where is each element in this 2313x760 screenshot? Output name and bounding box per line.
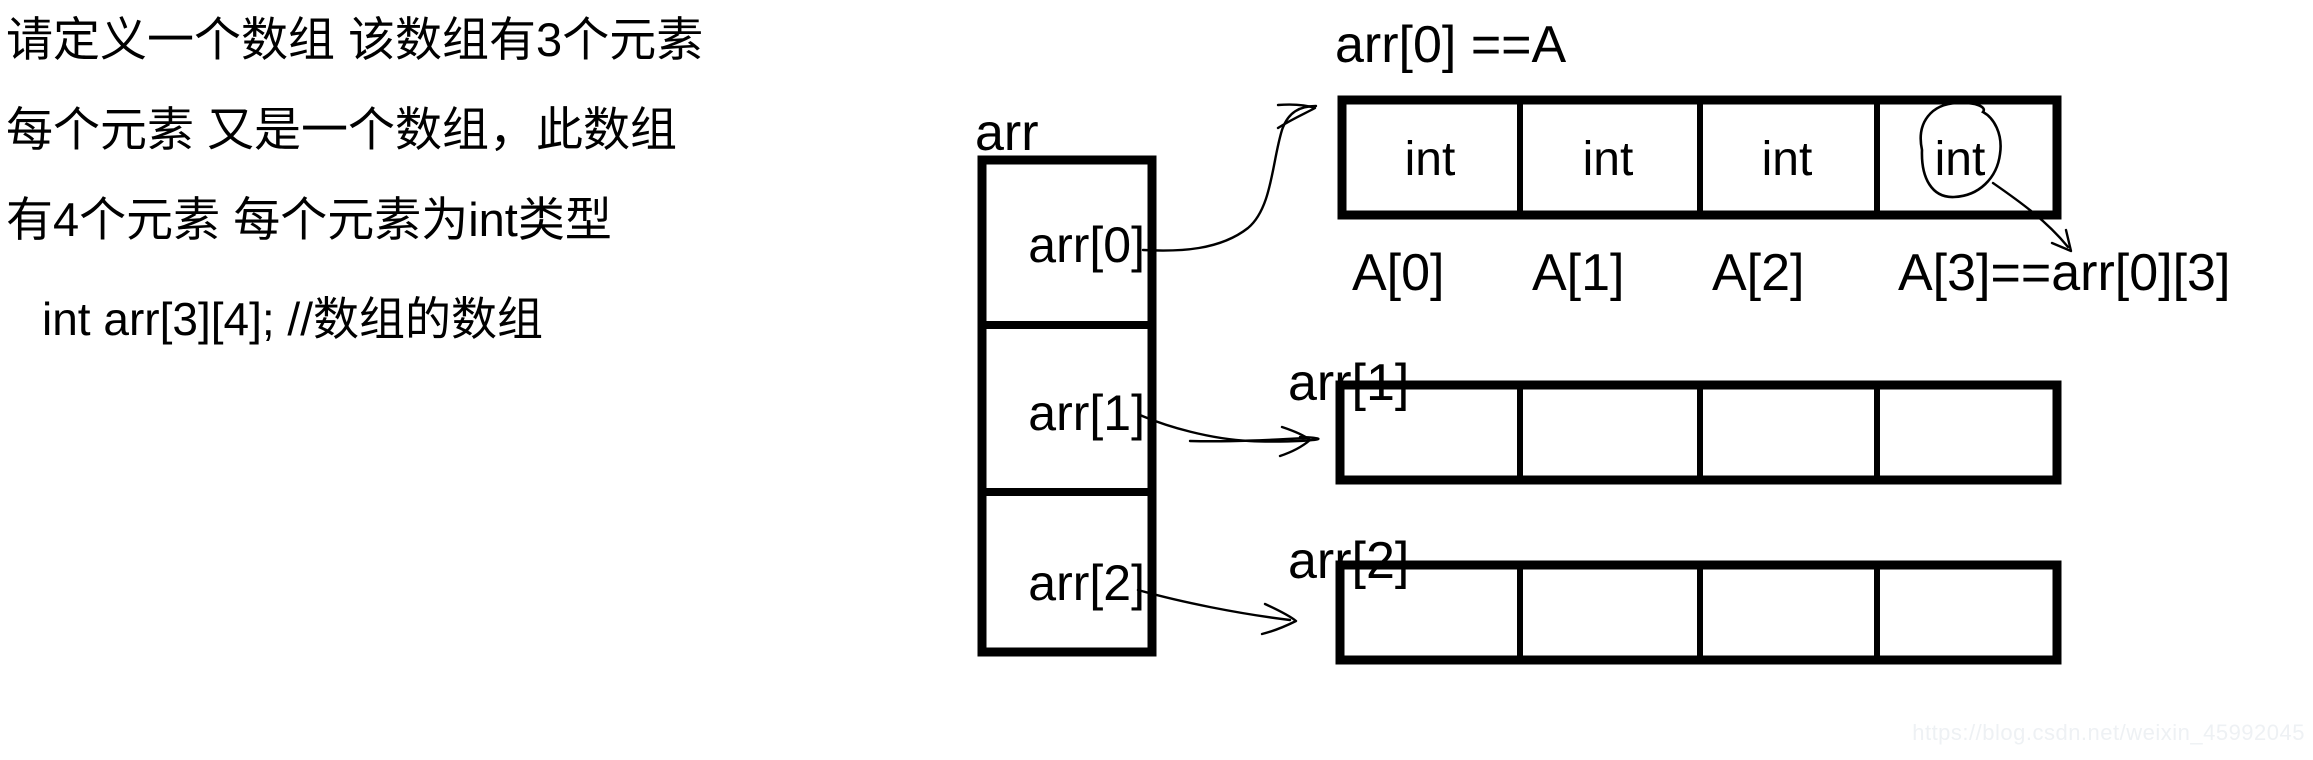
diagram-canvas: 请定义一个数组 该数组有3个元素 每个元素 又是一个数组，此数组 有4个元素 每… [0,0,2313,760]
arr-cell-label-2: arr[2] [1028,555,1145,611]
row0-index-label-1: A[1] [1532,244,1625,302]
arrow-arr0-to-row0 [1141,104,1318,252]
csdn-watermark: https://blog.csdn.net/weixin_45992045 [1912,720,2305,745]
row0-caption: arr[0] ==A [1335,16,1567,74]
arr-cell-label-1: arr[1] [1028,385,1145,441]
row0-cell-2: int [1762,133,1813,186]
arr-column-title: arr [975,104,1039,162]
row0-index-label-3: A[3]==arr[0][3] [1898,244,2230,302]
row0-index-label-2: A[2] [1712,244,1805,302]
arr-cell-label-0: arr[0] [1028,217,1145,273]
row2-group: arr[2] [1288,532,2062,665]
row0-cell-3: int [1935,133,1986,186]
row1-group: arr[1] [1288,354,2062,485]
arrow-arr0-to-row0-head [1276,103,1317,130]
arr-column-group: arr arr[0] arr[1] arr[2] [975,104,1157,657]
row0-index-label-0: A[0] [1352,244,1445,302]
arrow-arr1-to-row1 [1138,413,1320,443]
array-diagram-svg: arr arr[0] arr[1] arr[2] arr[0] ==A int … [975,16,2230,665]
row0-cell-1: int [1583,133,1634,186]
row0-group: arr[0] ==A int int int int A[0] A[1] A[2… [1335,16,2230,302]
row0-cell-0: int [1405,133,1456,186]
